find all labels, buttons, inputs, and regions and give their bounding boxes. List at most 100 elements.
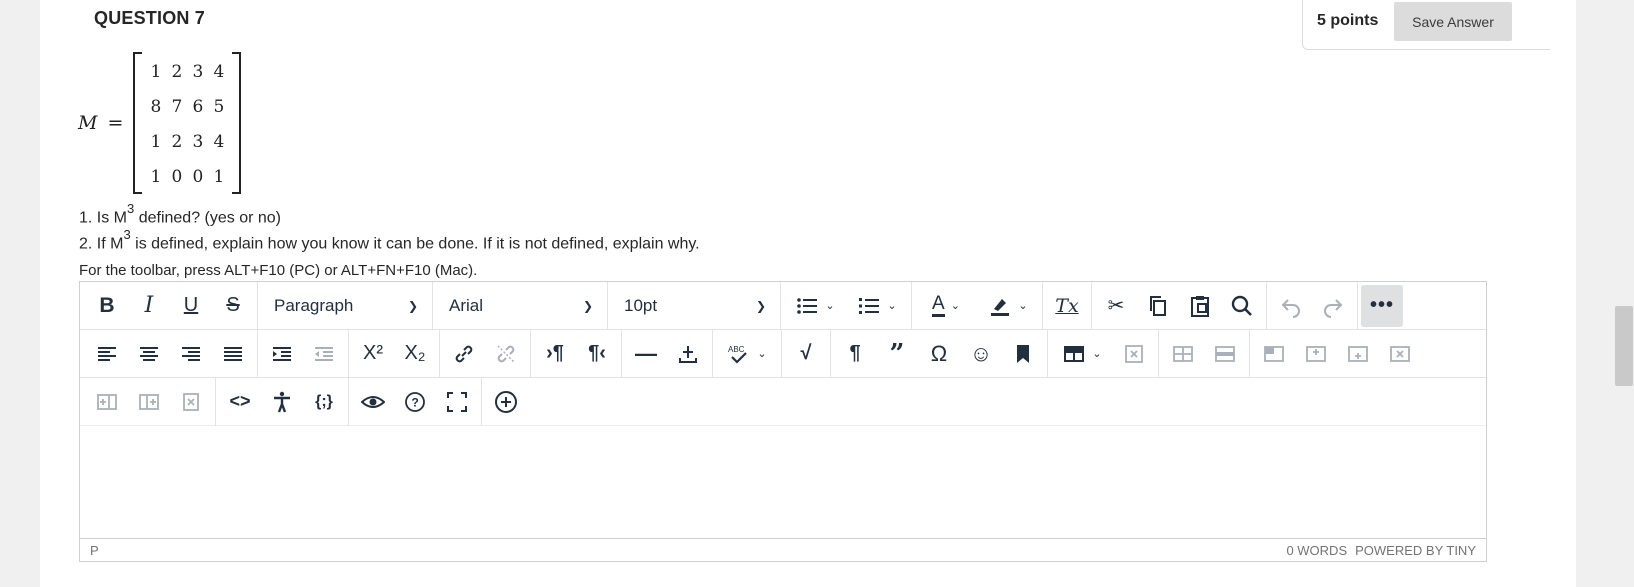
element-path[interactable]: P — [90, 543, 99, 558]
indent-icon — [273, 346, 291, 361]
underline-button[interactable]: U — [170, 289, 212, 323]
matrix-grid: 1 2 3 4 8 7 6 5 1 2 3 4 1 0 0 1 — [145, 52, 229, 194]
link-group — [440, 329, 531, 378]
align-left-button[interactable] — [86, 337, 128, 371]
matrix-cell: 7 — [171, 96, 183, 117]
underline-icon: U — [183, 294, 199, 316]
scrollbar-thumb[interactable] — [1615, 306, 1633, 386]
ltr-button[interactable]: ›¶ — [534, 337, 576, 371]
chevron-down-icon: ⌄ — [757, 348, 767, 360]
insert-col-after-button[interactable] — [128, 385, 170, 419]
block-format-select[interactable]: Paragraph ❯ — [258, 281, 433, 330]
insert-anchor-button[interactable] — [667, 337, 709, 371]
math-button[interactable]: √ — [785, 337, 827, 371]
copy-button[interactable] — [1137, 289, 1179, 323]
chevron-down-icon: ❯ — [755, 298, 766, 313]
align-center-button[interactable] — [128, 337, 170, 371]
bold-icon: B — [99, 293, 115, 317]
bookmark-button[interactable] — [1002, 337, 1044, 371]
italic-button[interactable]: I — [128, 289, 170, 323]
rtl-icon: ¶‹ — [588, 342, 606, 364]
q1-exponent: 3 — [127, 201, 135, 216]
bold-button[interactable]: B — [86, 289, 128, 323]
row-props-button[interactable] — [1204, 337, 1246, 371]
outdent-icon — [315, 346, 333, 361]
points-label: 5 points — [1317, 12, 1379, 29]
undo-button[interactable] — [1270, 289, 1312, 323]
toolbar-row-2: X² X₂ ›¶ ¶‹ — ABC ⌄ √ ¶ ” Ω ☺ ⌄ — [80, 329, 1486, 378]
align-center-icon — [140, 346, 158, 361]
save-answer-button[interactable]: Save Answer — [1394, 2, 1512, 41]
strikethrough-button[interactable]: S — [212, 289, 254, 323]
insert-row-after-button[interactable] — [1337, 337, 1379, 371]
status-right: 0 WORDS POWERED BY TINY — [1278, 543, 1476, 558]
paste-button[interactable] — [1179, 289, 1221, 323]
highlight-color-button[interactable]: ⌄ — [977, 289, 1039, 323]
template-variable-button[interactable]: {;} — [303, 385, 345, 419]
unlink-icon — [497, 344, 515, 363]
font-size-select[interactable]: 10pt ❯ — [608, 281, 781, 330]
direction-group: ›¶ ¶‹ — [531, 329, 622, 378]
insert-col-before-button[interactable] — [86, 385, 128, 419]
word-count[interactable]: 0 WORDS — [1286, 543, 1347, 558]
insert-link-button[interactable] — [443, 337, 485, 371]
justify-button[interactable] — [212, 337, 254, 371]
delete-col-button[interactable] — [170, 385, 212, 419]
numbered-list-button[interactable]: ⌄ — [846, 289, 908, 323]
accessibility-button[interactable] — [261, 385, 303, 419]
indent-button[interactable] — [261, 337, 303, 371]
insert-col-after-icon — [139, 393, 159, 410]
script-group: X² X₂ — [349, 329, 440, 378]
subscript-button[interactable]: X₂ — [394, 337, 436, 371]
preview-button[interactable] — [352, 385, 394, 419]
clear-formatting-icon: Tx — [1055, 294, 1079, 317]
special-character-button[interactable]: Ω — [918, 337, 960, 371]
remove-link-button[interactable] — [485, 337, 527, 371]
cell-props-button[interactable] — [1253, 337, 1295, 371]
matrix-equals: = — [107, 112, 124, 134]
outdent-button[interactable] — [303, 337, 345, 371]
clipboard-group: ✂ — [1092, 281, 1267, 330]
paragraph-button[interactable]: ¶ — [834, 337, 876, 371]
bullet-list-button[interactable]: ⌄ — [784, 289, 846, 323]
align-right-button[interactable] — [170, 337, 212, 371]
emoji-button[interactable]: ☺ — [960, 337, 1002, 371]
find-replace-button[interactable] — [1221, 289, 1263, 323]
align-left-icon — [98, 346, 116, 361]
help-icon: ? — [405, 391, 425, 412]
table-props-button[interactable] — [1162, 337, 1204, 371]
delete-row-button[interactable] — [1379, 337, 1421, 371]
help-button[interactable]: ? — [394, 385, 436, 419]
spellcheck-button[interactable]: ABC ⌄ — [716, 337, 778, 371]
redo-button[interactable] — [1312, 289, 1354, 323]
clear-formatting-button[interactable]: Tx — [1046, 289, 1088, 323]
matrix-cell: 0 — [171, 166, 183, 187]
matrix-cell: 1 — [213, 166, 225, 187]
text-color-button[interactable]: A ⌄ — [915, 289, 977, 323]
cut-button[interactable]: ✂ — [1095, 289, 1137, 323]
scissors-icon: ✂ — [1107, 295, 1125, 317]
insert-row-before-button[interactable] — [1295, 337, 1337, 371]
page-scrollbar[interactable] — [1604, 0, 1634, 587]
horizontal-line-button[interactable]: — — [625, 337, 667, 371]
add-content-button[interactable] — [485, 385, 527, 419]
chevron-down-icon: ⌄ — [950, 300, 960, 312]
superscript-button[interactable]: X² — [352, 337, 394, 371]
insert-table-button[interactable]: ⌄ — [1051, 337, 1113, 371]
plus-circle-icon — [495, 390, 517, 413]
source-code-button[interactable]: <> — [219, 385, 261, 419]
blockquote-button[interactable]: ” — [876, 337, 918, 371]
color-group: A ⌄ ⌄ — [912, 281, 1043, 330]
svg-text:?: ? — [412, 395, 419, 409]
more-options-button[interactable]: ••• — [1361, 284, 1403, 327]
powered-by-link[interactable]: POWERED BY TINY — [1355, 543, 1476, 558]
font-family-select[interactable]: Arial ❯ — [433, 281, 608, 330]
editor-content-area[interactable] — [80, 427, 1486, 539]
delete-table-button[interactable] — [1113, 337, 1155, 371]
justify-icon — [224, 346, 242, 361]
spellcheck-icon: ABC — [728, 345, 748, 364]
rtl-button[interactable]: ¶‹ — [576, 337, 618, 371]
matrix-cell: 0 — [192, 166, 204, 187]
fullscreen-button[interactable] — [436, 385, 478, 419]
code-group: <> {;} — [216, 377, 349, 426]
